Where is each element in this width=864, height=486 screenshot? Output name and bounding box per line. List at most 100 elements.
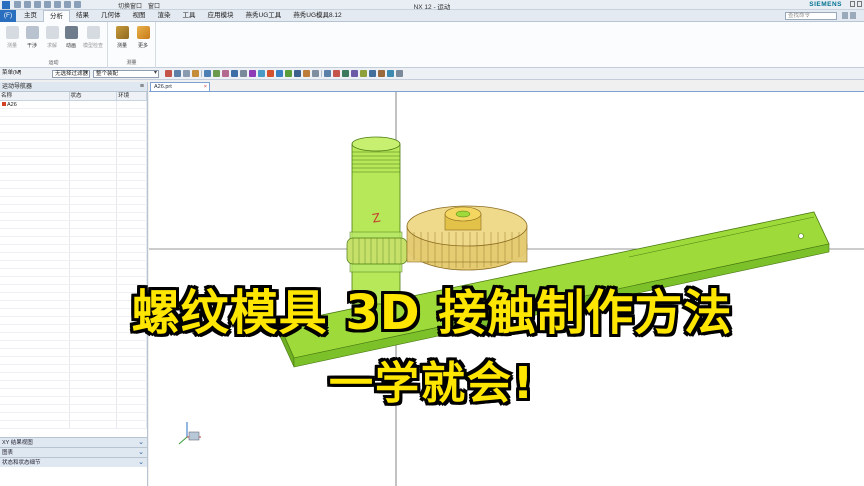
empty-table-row [0, 173, 147, 181]
maximize-icon[interactable] [857, 1, 862, 7]
grid-icon[interactable] [312, 70, 319, 77]
deselect-icon[interactable] [192, 70, 199, 77]
empty-cell [0, 189, 70, 196]
close-icon[interactable]: × [204, 83, 207, 91]
wireframe-icon[interactable] [369, 70, 376, 77]
endpoint-icon[interactable] [204, 70, 211, 77]
plus-icon[interactable] [285, 70, 292, 77]
solve-button[interactable]: 求解 [44, 26, 60, 49]
empty-table-row [0, 141, 147, 149]
row-env-cell [117, 101, 147, 108]
midpoint-icon[interactable] [213, 70, 220, 77]
tab-results[interactable]: 结果 [70, 10, 95, 22]
circle-icon[interactable] [276, 70, 283, 77]
line-icon[interactable] [294, 70, 301, 77]
ribbon-tab-bar: (F) 主页 分析 结果 几何体 视图 渲染 工具 应用模块 燕秀UG工具 燕秀… [0, 10, 864, 22]
empty-table-row [0, 189, 147, 197]
interference-button[interactable]: 干涉 [24, 26, 40, 49]
empty-cell [70, 149, 118, 156]
empty-cell [117, 149, 147, 156]
tab-yanxiu-mold[interactable]: 燕秀UG模具8.12 [287, 10, 347, 22]
coordinate-triad-icon [178, 422, 201, 445]
minimize-icon[interactable] [850, 1, 855, 7]
tab-view[interactable]: 视图 [127, 10, 152, 22]
tangent-icon[interactable] [258, 70, 265, 77]
group-label-motion: 运动 [48, 60, 59, 66]
layer-icon[interactable] [378, 70, 385, 77]
empty-cell [117, 421, 147, 428]
intersection-icon[interactable] [231, 70, 238, 77]
view-icon[interactable] [324, 70, 331, 77]
tab-applications[interactable]: 应用模块 [202, 10, 240, 22]
zoom-icon[interactable] [351, 70, 358, 77]
empty-cell [0, 413, 70, 420]
file-tab[interactable]: (F) [0, 10, 16, 22]
tab-geometry[interactable]: 几何体 [95, 10, 127, 22]
empty-cell [0, 245, 70, 252]
empty-cell [117, 165, 147, 172]
graph-section[interactable]: 图表 ⌄ [0, 447, 147, 457]
empty-table-row [0, 181, 147, 189]
shaded-icon[interactable] [360, 70, 367, 77]
pan-icon[interactable] [342, 70, 349, 77]
overlay-caption-line2: 一学就会! [328, 358, 536, 409]
empty-cell [117, 237, 147, 244]
empty-cell [117, 133, 147, 140]
select-all-icon[interactable] [183, 70, 190, 77]
empty-cell [0, 173, 70, 180]
empty-table-row [0, 413, 147, 421]
arc-icon[interactable] [303, 70, 310, 77]
empty-table-row [0, 165, 147, 173]
empty-cell [70, 181, 118, 188]
measure-button[interactable]: 测量 [4, 26, 20, 49]
xy-results-view-section[interactable]: XY 结果视图 ⌄ [0, 437, 147, 447]
tab-yanxiu-tools[interactable]: 燕秀UG工具 [240, 10, 288, 22]
navigator-menu-icon[interactable]: ≡ [140, 82, 144, 92]
empty-cell [0, 181, 70, 188]
quadrant-icon[interactable] [240, 70, 247, 77]
measure-distance-button[interactable]: 测量 [114, 26, 130, 49]
document-tab[interactable]: A26.prt × [150, 82, 210, 91]
empty-cell [70, 157, 118, 164]
empty-cell [117, 205, 147, 212]
point-on-curve-icon[interactable] [267, 70, 274, 77]
empty-cell [70, 205, 118, 212]
tab-tools[interactable]: 工具 [177, 10, 202, 22]
command-search-input[interactable]: 查找命令 [785, 12, 837, 20]
more-button[interactable]: 更多 [135, 26, 151, 49]
empty-cell [117, 245, 147, 252]
rotate-icon[interactable] [333, 70, 340, 77]
empty-cell [70, 213, 118, 220]
table-row[interactable]: A26 [0, 101, 147, 109]
empty-cell [117, 197, 147, 204]
row-status-cell [70, 101, 118, 108]
model-check-button[interactable]: 模型检查 [82, 26, 104, 49]
selection-scope-select[interactable]: 整个装配 [93, 70, 159, 78]
section-icon[interactable] [387, 70, 394, 77]
column-header-name[interactable]: 名称 [0, 92, 70, 100]
tab-analysis[interactable]: 分析 [43, 10, 70, 22]
state-details-section[interactable]: 状态和状态细节 ⌄ [0, 457, 147, 467]
empty-cell [117, 173, 147, 180]
animation-button[interactable]: 动画 [63, 26, 79, 49]
column-header-environment[interactable]: 环境 [117, 92, 147, 100]
settings-icon[interactable] [396, 70, 403, 77]
siemens-brand: SIEMENS [809, 1, 842, 8]
empty-cell [70, 261, 118, 268]
tab-home[interactable]: 主页 [18, 10, 43, 22]
select-icon[interactable] [165, 70, 172, 77]
curve-icon[interactable] [249, 70, 256, 77]
empty-cell [70, 189, 118, 196]
empty-table-row [0, 245, 147, 253]
empty-cell [0, 141, 70, 148]
empty-cell [70, 253, 118, 260]
tab-render[interactable]: 渲染 [152, 10, 177, 22]
type-filter-select[interactable]: 无选择过滤器 [52, 70, 90, 78]
help-icon[interactable] [850, 12, 856, 19]
center-icon[interactable] [222, 70, 229, 77]
column-header-status[interactable]: 状态 [70, 92, 118, 100]
empty-table-row [0, 229, 147, 237]
menu-dropdown[interactable]: 菜单(M) [0, 69, 22, 78]
filter-icon[interactable] [174, 70, 181, 77]
search-icon[interactable] [842, 12, 848, 19]
